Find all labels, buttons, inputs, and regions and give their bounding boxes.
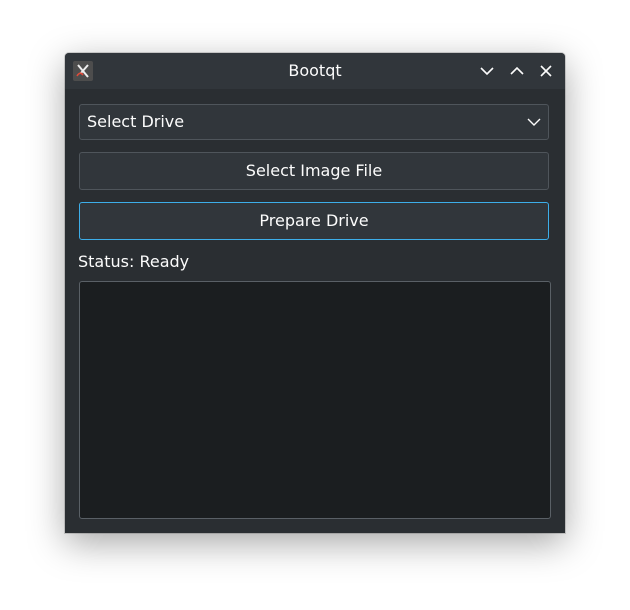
title-bar[interactable]: Bootqt (65, 53, 565, 89)
minimize-icon[interactable] (477, 61, 497, 81)
chevron-down-icon (526, 114, 542, 130)
drive-select-dropdown[interactable]: Select Drive (79, 104, 549, 140)
main-content: Select Drive Select Image File Prepare D… (65, 89, 565, 533)
prepare-drive-button[interactable]: Prepare Drive (79, 202, 549, 240)
maximize-icon[interactable] (507, 61, 527, 81)
app-window: Bootqt Select Drive Select Image File Pr… (65, 53, 565, 533)
drive-select-value: Select Drive (87, 112, 185, 131)
close-icon[interactable] (536, 61, 556, 81)
select-image-file-button[interactable]: Select Image File (79, 152, 549, 190)
status-label: Status: Ready (78, 252, 190, 271)
log-output-area[interactable] (79, 281, 551, 519)
